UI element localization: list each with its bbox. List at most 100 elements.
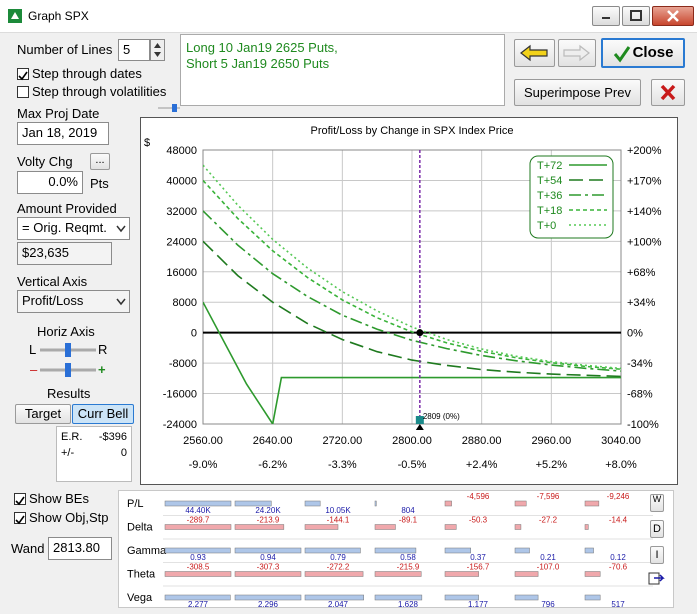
greek-value: -308.5 — [187, 563, 210, 572]
greek-value: -50.3 — [469, 516, 488, 525]
app-icon — [8, 9, 22, 23]
greek-value: 44.40K — [185, 506, 211, 515]
max-proj-date-input[interactable]: Jan 18, 2019 — [17, 122, 109, 145]
greek-value: -7,596 — [537, 492, 560, 501]
y-tick-right-label: -68% — [627, 389, 653, 401]
d-toggle-label: D — [653, 523, 661, 535]
greek-value: 0.12 — [610, 553, 626, 562]
next-arrow-button[interactable] — [558, 39, 596, 67]
greek-bar — [514, 547, 530, 554]
superimpose-prev-button[interactable]: Superimpose Prev — [514, 79, 641, 106]
greek-bar — [304, 571, 364, 577]
y-tick-label: 40000 — [166, 175, 197, 187]
x-tick-label: 2640.00 — [253, 435, 293, 447]
greek-bar — [514, 594, 539, 601]
vertical-axis-select[interactable]: Profit/Loss — [17, 290, 130, 313]
d-toggle-button[interactable]: D — [650, 520, 664, 538]
show-bes-checkbox[interactable] — [14, 493, 26, 506]
amount-select[interactable]: = Orig. Reqmt. — [17, 217, 130, 240]
volty-more-button[interactable]: ... — [90, 153, 110, 170]
greek-bar — [444, 524, 457, 530]
chart-title: Profit/Loss by Change in SPX Index Price — [311, 125, 514, 137]
vol-mini-slider[interactable] — [158, 100, 180, 112]
y-tick-right-label: +100% — [627, 236, 662, 248]
greek-bar — [584, 500, 600, 507]
export-button[interactable] — [648, 570, 666, 586]
target-button[interactable]: Target — [15, 404, 71, 424]
x-tick-label: 3040.00 — [601, 435, 641, 447]
pm-label: +/- — [61, 447, 75, 459]
greek-bar — [374, 500, 377, 507]
horiz-axis-label: Horiz Axis — [37, 324, 95, 339]
greek-bar — [304, 524, 339, 530]
step-vols-checkbox[interactable] — [17, 86, 29, 98]
y-tick-label: 48000 — [166, 145, 197, 157]
show-objstp-label: Show Obj,Stp — [29, 510, 109, 525]
wand-input[interactable]: 2813.80 — [48, 537, 112, 560]
checkmark-icon — [15, 515, 25, 525]
wide-toggle-button[interactable]: W — [650, 494, 664, 512]
greek-value: 0.21 — [540, 553, 556, 562]
step-dates-checkbox[interactable] — [17, 68, 29, 81]
results-box: E.R. -$396 +/- 0 — [56, 426, 132, 482]
checkmark-icon — [15, 496, 25, 506]
position-line-1: Long 10 Jan19 2625 Puts, — [186, 40, 338, 55]
greek-value: -215.9 — [397, 563, 420, 572]
greek-bar — [514, 571, 539, 577]
minimize-button[interactable] — [592, 6, 620, 26]
export-icon — [648, 572, 665, 585]
step-dates-label: Step through dates — [32, 66, 142, 81]
y-tick-label: 0 — [191, 328, 197, 340]
y-tick-right-label: +68% — [627, 267, 656, 279]
x-tick-pct-label: +8.0% — [605, 459, 637, 471]
curr-bell-button[interactable]: Curr Bell — [72, 404, 134, 424]
volty-input[interactable]: 0.0% — [17, 171, 83, 194]
greek-value: 24.20K — [255, 506, 281, 515]
num-lines-input[interactable]: 5 — [118, 39, 150, 61]
chevron-down-icon — [116, 225, 126, 233]
y-tick-right-label: +34% — [627, 297, 656, 309]
y-tick-label: 32000 — [166, 206, 197, 218]
chevron-down-icon — [116, 298, 126, 306]
greek-bar — [164, 524, 232, 530]
profit-loss-chart: Profit/Loss by Change in SPX Index Price… — [144, 125, 662, 471]
greek-value: 0.58 — [400, 553, 416, 562]
i-toggle-button[interactable]: I — [650, 546, 664, 564]
greek-value: -307.3 — [257, 563, 280, 572]
greek-value: -289.7 — [187, 516, 210, 525]
legend-label: T+36 — [537, 190, 562, 202]
x-tick-label: 2560.00 — [183, 435, 223, 447]
num-lines-spinner[interactable] — [150, 39, 165, 61]
greek-row-label: P/L — [127, 498, 144, 510]
close-window-button[interactable] — [652, 6, 694, 26]
prev-arrow-button[interactable] — [514, 39, 555, 67]
spinner-arrows-icon — [154, 43, 161, 57]
y-unit-label: $ — [144, 137, 150, 149]
close-x-icon — [667, 10, 679, 22]
greek-bar — [234, 571, 302, 577]
maximize-button[interactable] — [622, 6, 650, 26]
greek-value: 517 — [611, 600, 625, 607]
cancel-button[interactable] — [651, 79, 685, 106]
x-tick-pct-label: -6.2% — [258, 459, 287, 471]
x-tick-label: 2720.00 — [322, 435, 362, 447]
x-tick-label: 2800.00 — [392, 435, 432, 447]
close-button[interactable]: Close — [601, 38, 685, 68]
num-lines-label: Number of Lines — [17, 42, 113, 57]
greek-value: -213.9 — [257, 516, 280, 525]
greek-value: -4,596 — [467, 492, 490, 501]
horiz-zoom-slider[interactable] — [40, 363, 96, 377]
horiz-lr-slider[interactable] — [40, 343, 96, 357]
chart-legend: T+72 T+54 T+36 T+18 T+0 — [529, 155, 614, 239]
greek-bar — [444, 571, 479, 577]
y-tick-right-label: +170% — [627, 175, 662, 187]
results-label: Results — [47, 386, 91, 401]
y-tick-label: 24000 — [166, 236, 197, 248]
show-objstp-checkbox[interactable] — [14, 512, 26, 525]
x-tick-pct-label: -0.5% — [398, 459, 427, 471]
greek-bar — [444, 500, 452, 507]
maximize-icon — [630, 10, 642, 21]
greek-value: 10.05K — [325, 506, 351, 515]
greek-value: -272.2 — [327, 563, 350, 572]
x-tick-pct-label: -3.3% — [328, 459, 357, 471]
